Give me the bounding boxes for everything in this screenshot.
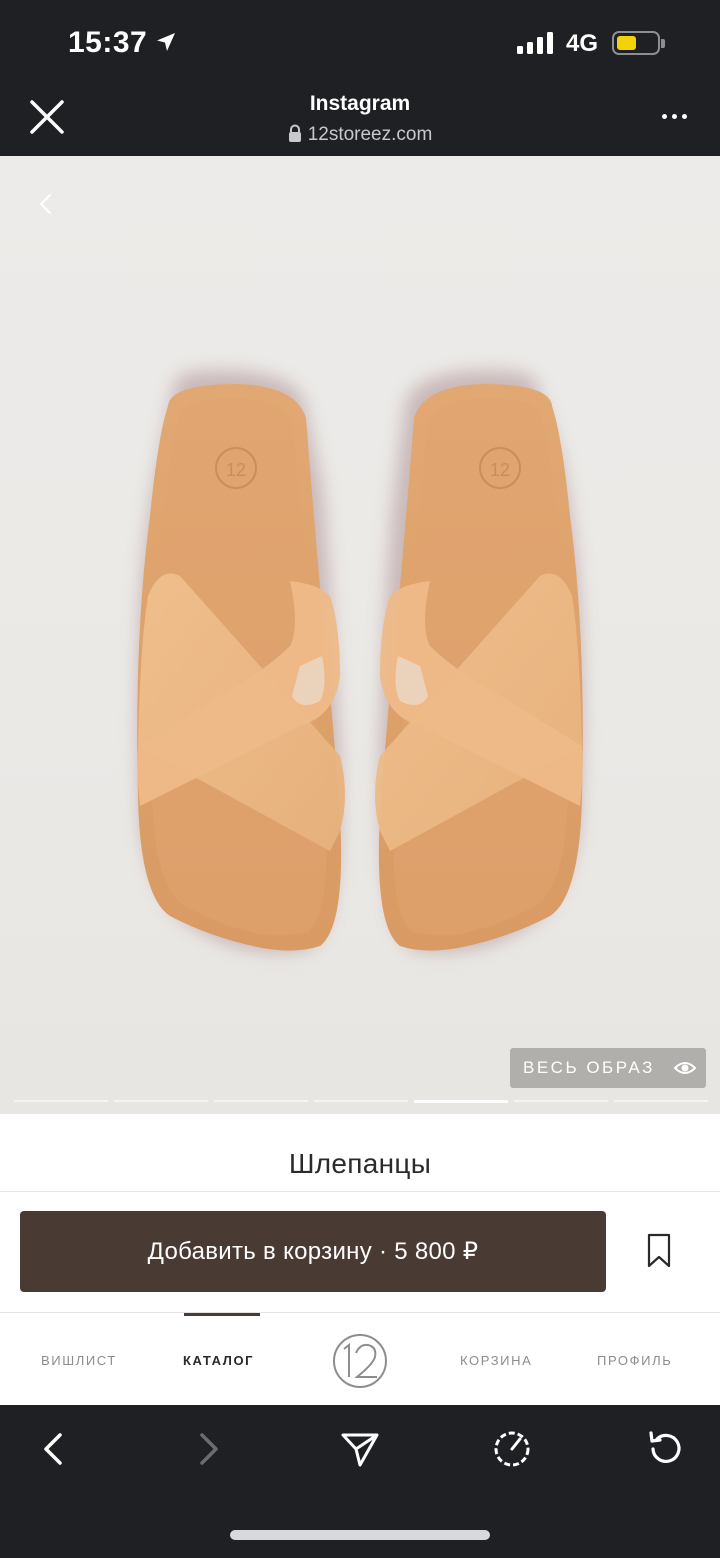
more-icon[interactable] (654, 106, 694, 126)
svg-text:12: 12 (490, 460, 510, 480)
product-info: Шлепанцы (0, 1114, 720, 1192)
eye-icon (674, 1062, 696, 1074)
slide-dot (614, 1100, 708, 1102)
battery-icon (612, 31, 665, 55)
nav-item-profile[interactable]: ПРОФИЛЬ (597, 1353, 672, 1368)
add-to-cart-button[interactable]: Добавить в корзину · 5 800 ₽ (20, 1211, 606, 1292)
slide-dot-active (414, 1100, 508, 1103)
home-indicator[interactable] (230, 1530, 490, 1540)
browser-header: Instagram 12storeez.com (0, 88, 720, 156)
status-time: 15:37 (68, 26, 148, 59)
browser-title: Instagram (309, 92, 411, 115)
cart-bar: Добавить в корзину · 5 800 ₽ (0, 1192, 720, 1313)
slide-indicator (14, 1100, 708, 1103)
product-image[interactable]: 12 12 ВЕСЬ ОБРАЗ (0, 156, 720, 1114)
forward-arrow-icon[interactable] (186, 1427, 230, 1471)
nav-item-catalog[interactable]: КАТАЛОГ (183, 1353, 254, 1368)
svg-text:12: 12 (226, 460, 246, 480)
speed-icon[interactable] (490, 1427, 534, 1471)
brand-logo-icon[interactable] (330, 1331, 390, 1391)
battery-level (617, 36, 636, 50)
slide-dot (214, 1100, 308, 1102)
cellular-signal-icon (517, 32, 553, 54)
slide-dot (514, 1100, 608, 1102)
site-nav: ВИШЛИСТ КАТАЛОГ КОРЗИНА ПРОФИЛЬ (0, 1313, 720, 1405)
share-icon[interactable] (338, 1427, 382, 1471)
network-type: 4G (566, 30, 599, 57)
browser-url: 12storeez.com (0, 124, 720, 146)
url-text: 12storeez.com (307, 124, 433, 145)
nav-active-indicator (184, 1313, 260, 1316)
bookmark-icon[interactable] (646, 1233, 672, 1269)
back-arrow-icon[interactable] (32, 1427, 76, 1471)
browser-toolbar (0, 1405, 720, 1558)
nav-item-cart[interactable]: КОРЗИНА (460, 1353, 532, 1368)
slide-dot (314, 1100, 408, 1102)
slide-dot (14, 1100, 108, 1102)
location-arrow-icon (157, 33, 175, 51)
status-bar: 15:37 4G (0, 0, 720, 88)
sandals-photo: 12 12 (137, 370, 583, 952)
reload-icon[interactable] (643, 1427, 687, 1471)
slide-dot (114, 1100, 208, 1102)
nav-item-wishlist[interactable]: ВИШЛИСТ (41, 1353, 117, 1368)
product-title: Шлепанцы (288, 1148, 432, 1179)
full-look-label: ВЕСЬ ОБРАЗ (523, 1058, 655, 1077)
lock-icon (288, 124, 301, 142)
full-look-button[interactable]: ВЕСЬ ОБРАЗ (510, 1048, 706, 1088)
